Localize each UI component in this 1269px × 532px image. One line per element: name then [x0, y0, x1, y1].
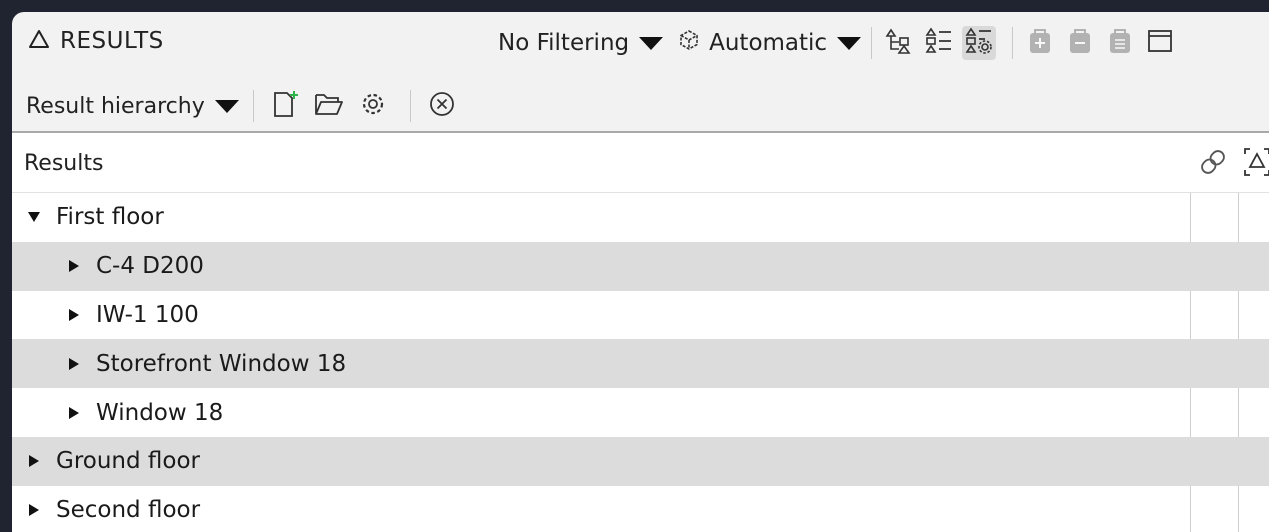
- link-icon[interactable]: [1198, 147, 1228, 181]
- shape-capture-icon[interactable]: [1242, 146, 1269, 182]
- shapes-gear-icon: [965, 27, 993, 59]
- expand-toggle[interactable]: [64, 260, 84, 273]
- new-file-button[interactable]: [268, 89, 302, 123]
- table-row[interactable]: Ground floor: [12, 436, 1269, 486]
- hierarchy-view-button[interactable]: [882, 26, 916, 60]
- list-view-button[interactable]: [922, 26, 956, 60]
- row-label: C-4 D200: [96, 253, 204, 280]
- expand-toggle[interactable]: [24, 504, 44, 517]
- results-table: Results First floor C-4 D200 IW-1 100 St…: [12, 133, 1269, 532]
- expand-toggle[interactable]: [64, 308, 84, 321]
- divider: [409, 90, 411, 122]
- header-toolbar: No Filtering Automatic: [498, 26, 1183, 60]
- secondary-toolbar: Result hierarchy: [12, 84, 1269, 128]
- table-row[interactable]: IW-1 100: [12, 291, 1269, 340]
- caret-right-icon: [29, 504, 39, 517]
- filter-dropdown-label: No Filtering: [498, 30, 630, 56]
- cube-icon: [677, 28, 701, 58]
- divider: [1012, 27, 1014, 59]
- panel-title-text: RESULTS: [60, 28, 164, 54]
- bucket-plus-icon: [1027, 27, 1053, 59]
- row-label: Ground floor: [56, 448, 200, 475]
- caret-right-icon: [69, 357, 79, 370]
- panel-title: RESULTS: [28, 28, 164, 54]
- caret-right-icon: [69, 308, 79, 321]
- results-triangle-icon: [28, 29, 50, 53]
- window-layout-button[interactable]: [1143, 26, 1177, 60]
- bucket-lines-icon: [1107, 27, 1133, 59]
- list-item-button[interactable]: [1103, 26, 1137, 60]
- mode-dropdown-label: Automatic: [709, 30, 828, 56]
- window-icon: [1146, 27, 1174, 59]
- filter-dropdown[interactable]: No Filtering: [498, 30, 664, 56]
- folder-open-icon: [314, 91, 344, 121]
- caret-right-icon: [69, 406, 79, 419]
- settings-button[interactable]: [356, 89, 390, 123]
- divider: [871, 27, 873, 59]
- caret-right-icon: [29, 455, 39, 468]
- hierarchy-dropdown[interactable]: Result hierarchy: [26, 94, 239, 119]
- new-file-icon: [270, 89, 300, 123]
- caret-down-icon: [28, 212, 40, 223]
- row-label: Storefront Window 18: [96, 350, 347, 377]
- results-panel: RESULTS No Filtering Automatic Result hi…: [12, 12, 1269, 532]
- column-header-results: Results: [24, 151, 104, 176]
- remove-item-button[interactable]: [1063, 26, 1097, 60]
- caret-down-icon: [639, 36, 664, 50]
- hierarchy-dropdown-label: Result hierarchy: [26, 93, 205, 119]
- shapes-list-icon: [925, 27, 953, 59]
- mode-dropdown[interactable]: Automatic: [677, 28, 862, 58]
- shapes-tree-icon: [885, 27, 913, 59]
- row-label: First floor: [56, 204, 164, 231]
- collapse-toggle[interactable]: [24, 212, 44, 223]
- table-row[interactable]: C-4 D200: [12, 241, 1269, 291]
- bucket-minus-icon: [1067, 27, 1093, 59]
- gear-icon: [359, 90, 387, 122]
- expand-toggle[interactable]: [64, 406, 84, 419]
- caret-down-icon: [837, 36, 862, 50]
- table-row[interactable]: Second floor: [12, 486, 1269, 532]
- results-rows: First floor C-4 D200 IW-1 100 Storefront…: [12, 193, 1269, 532]
- table-row[interactable]: First floor: [12, 193, 1269, 242]
- divider: [252, 90, 254, 122]
- add-item-button[interactable]: [1023, 26, 1057, 60]
- table-header: Results: [12, 133, 1269, 193]
- open-folder-button[interactable]: [312, 89, 346, 123]
- close-circle-icon: [428, 90, 456, 122]
- row-label: Second floor: [56, 497, 201, 524]
- table-row[interactable]: Window 18: [12, 388, 1269, 437]
- clear-button[interactable]: [425, 89, 459, 123]
- settings-view-button[interactable]: [962, 26, 997, 60]
- caret-right-icon: [69, 260, 79, 273]
- table-row[interactable]: Storefront Window 18: [12, 339, 1269, 389]
- expand-toggle[interactable]: [24, 455, 44, 468]
- caret-down-icon: [214, 99, 239, 113]
- row-label: Window 18: [96, 399, 224, 426]
- row-label: IW-1 100: [96, 301, 199, 328]
- expand-toggle[interactable]: [64, 357, 84, 370]
